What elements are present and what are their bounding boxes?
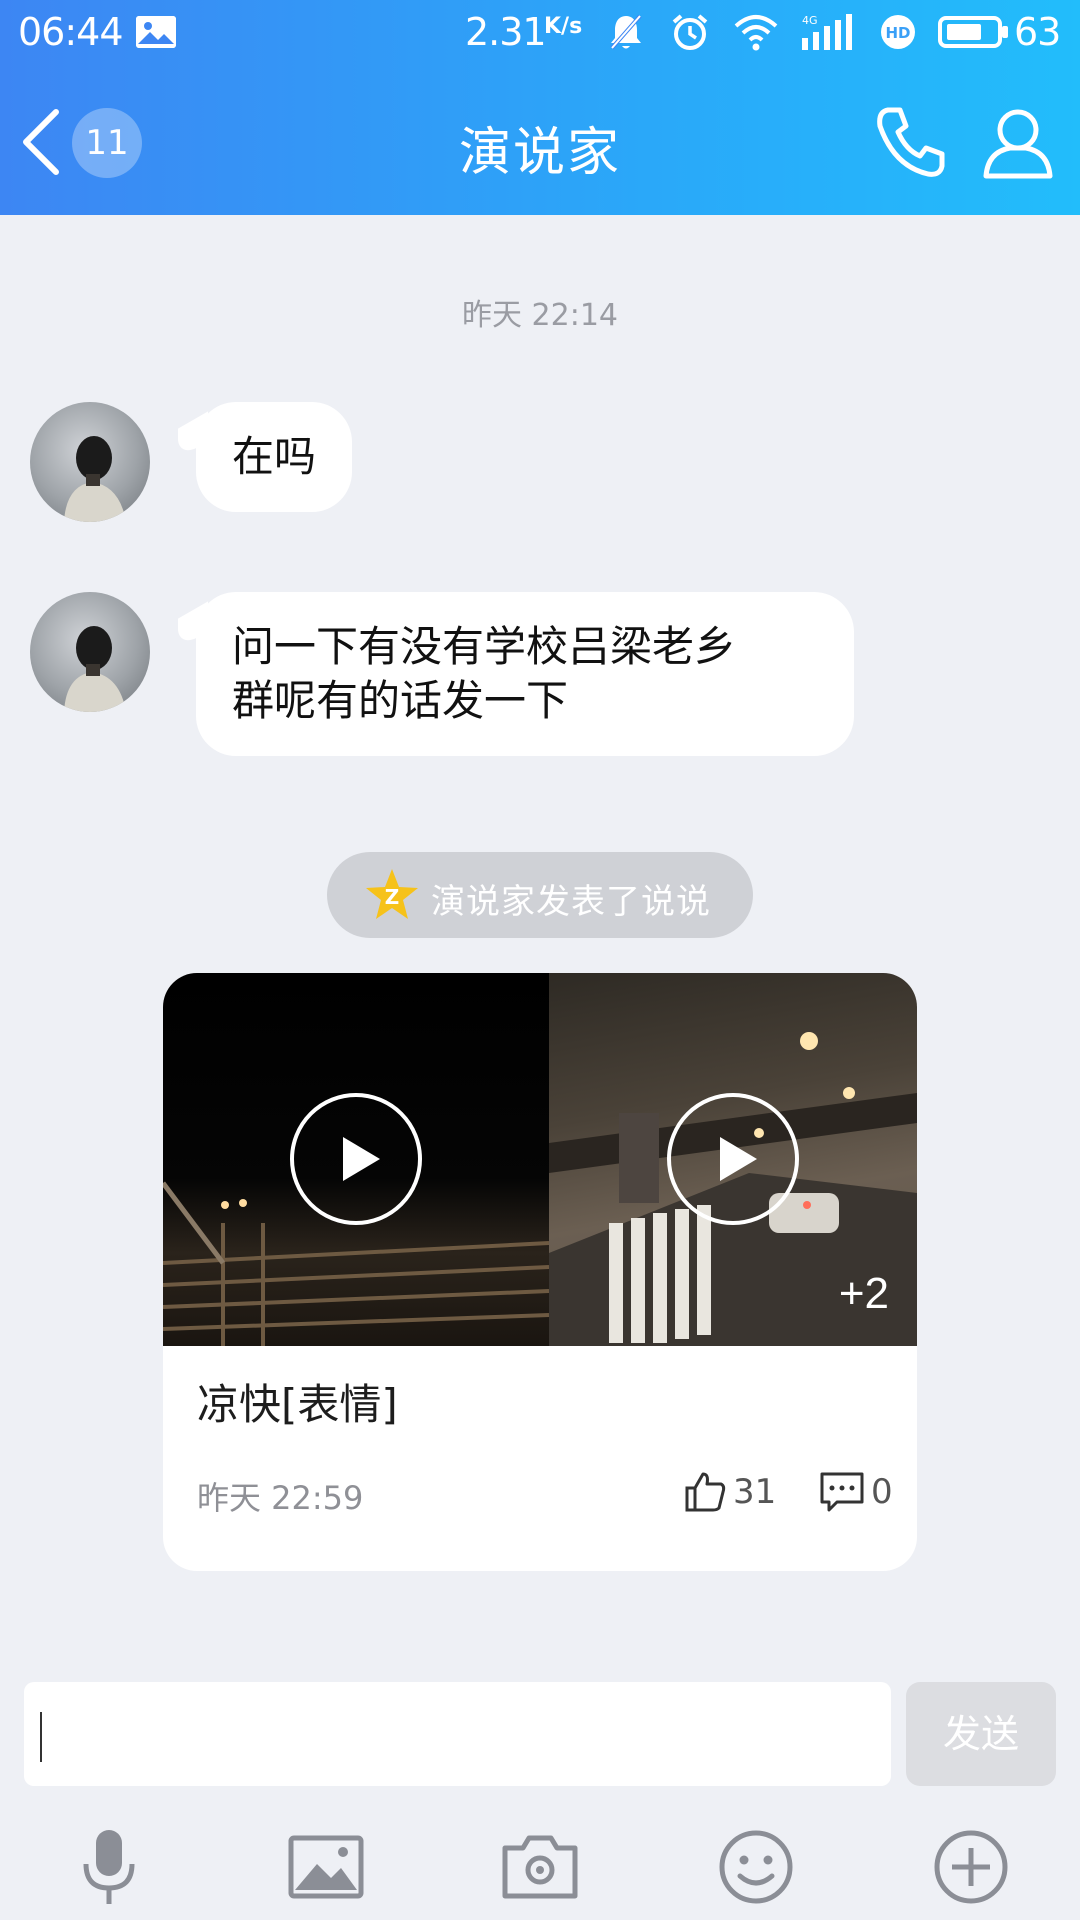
hd-voice-icon: HD [881,15,915,49]
camera-icon[interactable] [497,1824,583,1910]
video-thumbnail[interactable]: +2 [549,973,917,1346]
header: 06:44 2.31 K/s 4G HD 63 11 演说家 [0,0,1080,215]
image-icon[interactable] [283,1824,369,1910]
like-count: 31 [733,1472,777,1512]
message-text: 在吗 [232,432,317,481]
like-button[interactable]: 31 [683,1467,776,1517]
avatar[interactable] [30,402,150,522]
post-caption: 凉快[表情] [197,1380,398,1429]
status-time: 06:44 [18,10,124,54]
microphone-icon[interactable] [66,1824,152,1910]
nav-bar: 11 演说家 [0,80,1080,200]
feed-card[interactable]: +2 凉快[表情] 昨天 22:59 31 0 [163,973,917,1571]
profile-button[interactable] [978,102,1058,182]
emoji-icon[interactable] [713,1824,799,1910]
cellular-signal-icon: 4G [802,14,852,50]
battery-level: 63 [1014,10,1061,54]
chat-timestamp: 昨天 22:14 [462,298,618,333]
svg-text:Z: Z [385,885,400,909]
message-text-line: 问一下有没有学校吕梁老乡 [232,622,737,671]
more-media-count: +2 [838,1269,889,1318]
qzone-notice-text: 演说家发表了说说 [431,882,711,922]
svg-text:4G: 4G [802,14,818,27]
comment-icon [820,1472,864,1512]
user-photo-icon [64,626,126,712]
comment-button[interactable]: 0 [819,1467,893,1517]
input-area: 发送 [0,1660,1080,1920]
video-thumbnail[interactable] [163,973,550,1346]
message-bubble[interactable]: 在吗 [196,402,353,512]
post-time: 昨天 22:59 [197,1479,364,1517]
svg-text:HD: HD [885,24,910,42]
user-photo-icon [64,436,126,522]
qzone-notice[interactable]: Z 演说家发表了说说 [327,852,753,938]
input-toolbar [0,1810,1080,1920]
phone-icon [877,107,945,177]
status-bar: 06:44 2.31 K/s 4G HD 63 [0,0,1080,66]
message-bubble[interactable]: 问一下有没有学校吕梁老乡 群呢有的话发一下 [196,592,854,756]
person-icon [983,109,1053,179]
play-icon[interactable] [665,1091,801,1227]
message-text-line: 群呢有的话发一下 [232,676,569,725]
network-speed: 2.31 [465,10,547,54]
play-icon[interactable] [288,1091,424,1227]
plus-icon[interactable] [928,1824,1014,1910]
alarm-icon [672,14,708,50]
battery-icon [938,16,1008,48]
thumbs-up-icon [685,1472,726,1512]
comment-count: 0 [871,1472,893,1512]
network-speed-unit: K/s [544,14,583,39]
avatar[interactable] [30,592,150,712]
text-caret [40,1712,42,1762]
mute-bell-icon [610,14,642,50]
qzone-star-icon: Z [366,869,418,919]
gallery-notification-icon [136,16,176,48]
send-button[interactable]: 发送 [906,1682,1056,1786]
wifi-icon [734,15,778,51]
call-button[interactable] [870,102,950,182]
message-input[interactable] [24,1682,891,1786]
